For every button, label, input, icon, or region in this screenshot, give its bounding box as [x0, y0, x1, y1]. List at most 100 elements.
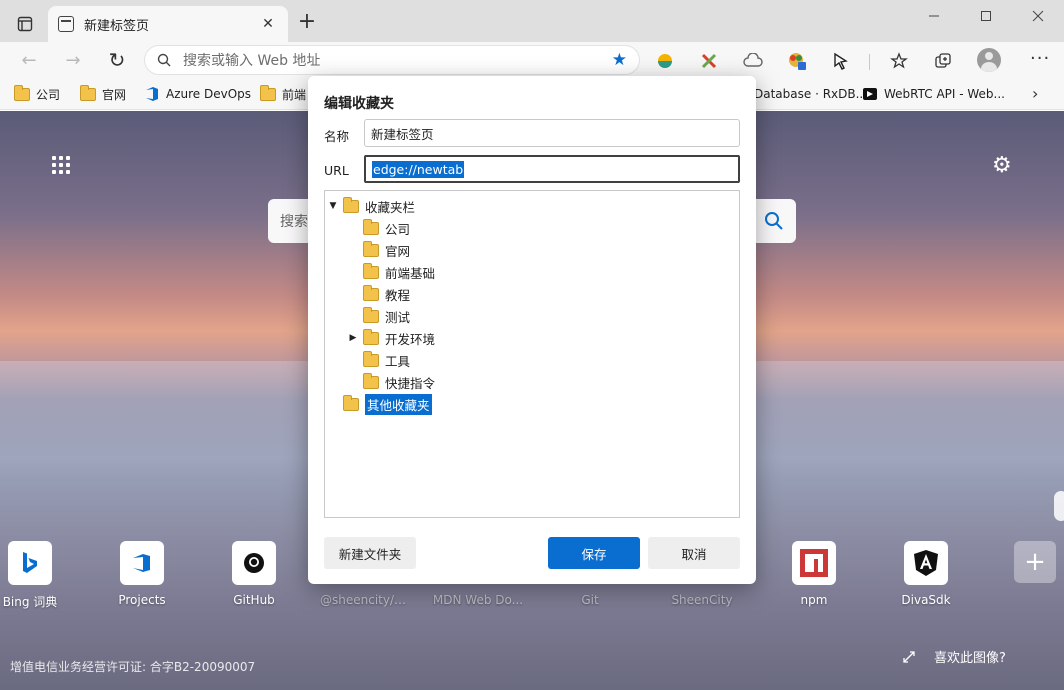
back-button[interactable]: ←: [16, 48, 42, 72]
folder-icon: [343, 196, 359, 213]
expand-icon: [903, 650, 915, 663]
quick-link[interactable]: Bing 词典: [0, 541, 76, 610]
quick-link[interactable]: DivaSdk: [880, 541, 972, 607]
arrow-right-icon: →: [65, 49, 81, 71]
chevron-right-icon[interactable]: ›: [1032, 84, 1038, 103]
edit-favorite-dialog: 编辑收藏夹 名称 新建标签页 URL edge://newtab ▼ 收藏夹栏 …: [308, 76, 756, 584]
favorites-icon[interactable]: [888, 50, 910, 72]
new-folder-button[interactable]: 新建文件夹: [324, 537, 416, 569]
reload-button[interactable]: ↻: [104, 48, 130, 72]
url-field-value: edge://newtab: [372, 160, 465, 178]
folder-icon: [363, 372, 379, 389]
url-label: URL: [324, 163, 349, 178]
side-scroll-handle[interactable]: [1054, 491, 1064, 521]
like-image-link[interactable]: 喜欢此图像?: [902, 647, 1006, 666]
folder-icon: [363, 284, 379, 301]
extension-cross-icon[interactable]: [698, 50, 720, 72]
tree-node[interactable]: 公司: [325, 217, 739, 239]
quick-link-label: npm: [800, 593, 828, 607]
folder-icon: [80, 84, 96, 101]
profile-avatar[interactable]: [977, 48, 1001, 72]
tree-node[interactable]: 工具: [325, 349, 739, 371]
tree-node-label: 官网: [385, 243, 411, 259]
github-icon: [232, 541, 276, 585]
license-text[interactable]: 增值电信业务经营许可证: 合字B2-20090007: [10, 658, 255, 675]
quick-link-label: SheenCity: [671, 593, 733, 607]
folder-icon: [363, 218, 379, 235]
quick-link[interactable]: npm: [768, 541, 860, 607]
close-window-button[interactable]: [1012, 0, 1064, 32]
extension-color-icon[interactable]: [786, 50, 808, 72]
tree-node-favorites-bar[interactable]: ▼ 收藏夹栏: [325, 195, 739, 217]
reload-icon: ↻: [108, 48, 126, 72]
name-field[interactable]: 新建标签页: [364, 119, 740, 147]
page-settings-gear-icon[interactable]: ⚙: [992, 153, 1012, 178]
url-field[interactable]: edge://newtab: [364, 155, 740, 183]
maximize-button[interactable]: [960, 0, 1012, 32]
name-label: 名称: [324, 129, 350, 144]
close-tab-icon[interactable]: ✕: [258, 16, 278, 32]
favorites-bar-item[interactable]: WebRTC API - Web...: [862, 84, 1005, 104]
tab-actions-button[interactable]: [10, 12, 40, 36]
tree-node[interactable]: 前端基础: [325, 261, 739, 283]
add-shortcut-button[interactable]: +: [1014, 541, 1056, 583]
tree-node[interactable]: 测试: [325, 305, 739, 327]
maximize-icon: [981, 11, 991, 21]
newtab-page-icon: [58, 16, 74, 32]
folder-icon: [363, 328, 379, 345]
tree-node-label: 工具: [385, 353, 411, 369]
tree-node-label: 快捷指令: [385, 375, 436, 391]
new-tab-button[interactable]: +: [296, 11, 318, 34]
extension-cursor-icon[interactable]: [830, 50, 852, 72]
favorites-bar-item-label: Database · RxDB...: [754, 87, 868, 101]
extension-cloud-icon[interactable]: [742, 50, 764, 72]
folder-icon: [363, 350, 379, 367]
favorite-star-icon[interactable]: ★: [612, 50, 627, 70]
caret-down-icon[interactable]: ▼: [327, 201, 339, 211]
folder-icon: [363, 306, 379, 323]
folder-icon: [260, 84, 276, 101]
quick-link[interactable]: Projects: [96, 541, 188, 607]
tree-node-label: 测试: [385, 309, 411, 325]
like-image-label: 喜欢此图像?: [934, 651, 1006, 666]
favorites-bar-item[interactable]: Database · RxDB...: [754, 84, 867, 104]
address-bar[interactable]: 搜索或输入 Web 地址 ★: [144, 45, 640, 75]
minimize-icon: [929, 15, 939, 17]
favorites-bar-item-label: 官网: [102, 87, 127, 102]
folder-icon: [363, 262, 379, 279]
favorites-bar-item[interactable]: Azure DevOps: [144, 84, 251, 104]
tree-node-other-favorites[interactable]: 其他收藏夹: [325, 393, 739, 415]
collections-icon[interactable]: [932, 50, 954, 72]
tree-node-label-selected: 其他收藏夹: [365, 393, 432, 415]
favorites-bar-item[interactable]: 公司: [14, 84, 60, 104]
save-button[interactable]: 保存: [548, 537, 640, 569]
active-tab[interactable]: 新建标签页 ✕: [48, 6, 288, 42]
tree-node-label: 教程: [385, 287, 411, 303]
quick-link[interactable]: GitHub: [208, 541, 300, 607]
folder-tree[interactable]: ▼ 收藏夹栏 公司 官网 前端基础 教程 测试 ▶ 开发环境 工具 快捷指令 其…: [324, 190, 740, 518]
caret-right-icon[interactable]: ▶: [347, 333, 359, 343]
minimize-button[interactable]: [908, 0, 960, 32]
search-icon: [157, 53, 171, 67]
tree-node[interactable]: 官网: [325, 239, 739, 261]
azure-devops-icon: [146, 87, 158, 101]
forward-button[interactable]: →: [60, 48, 86, 72]
favorites-bar-item[interactable]: 前端: [260, 84, 306, 104]
search-icon[interactable]: [764, 211, 784, 231]
favorites-bar-item-label: 公司: [36, 87, 61, 102]
favorites-bar-item[interactable]: 官网: [80, 84, 126, 104]
tree-node-label: 收藏夹栏: [365, 199, 416, 215]
folder-icon: [363, 240, 379, 257]
app-launcher-icon[interactable]: [52, 156, 70, 174]
tree-node[interactable]: ▶ 开发环境: [325, 327, 739, 349]
tree-node[interactable]: 教程: [325, 283, 739, 305]
extension-shield-icon[interactable]: [654, 50, 676, 72]
more-menu-icon[interactable]: ···: [1030, 48, 1050, 69]
tree-node[interactable]: 快捷指令: [325, 371, 739, 393]
quick-link-label: @sheencity/d...: [320, 593, 412, 607]
cancel-button[interactable]: 取消: [648, 537, 740, 569]
browser-toolbar: ← → ↻ 搜索或输入 Web 地址 ★ ···: [0, 42, 1064, 78]
address-placeholder: 搜索或输入 Web 地址: [183, 53, 321, 69]
toolbar-divider: [869, 54, 870, 70]
angular-icon: [904, 541, 948, 585]
